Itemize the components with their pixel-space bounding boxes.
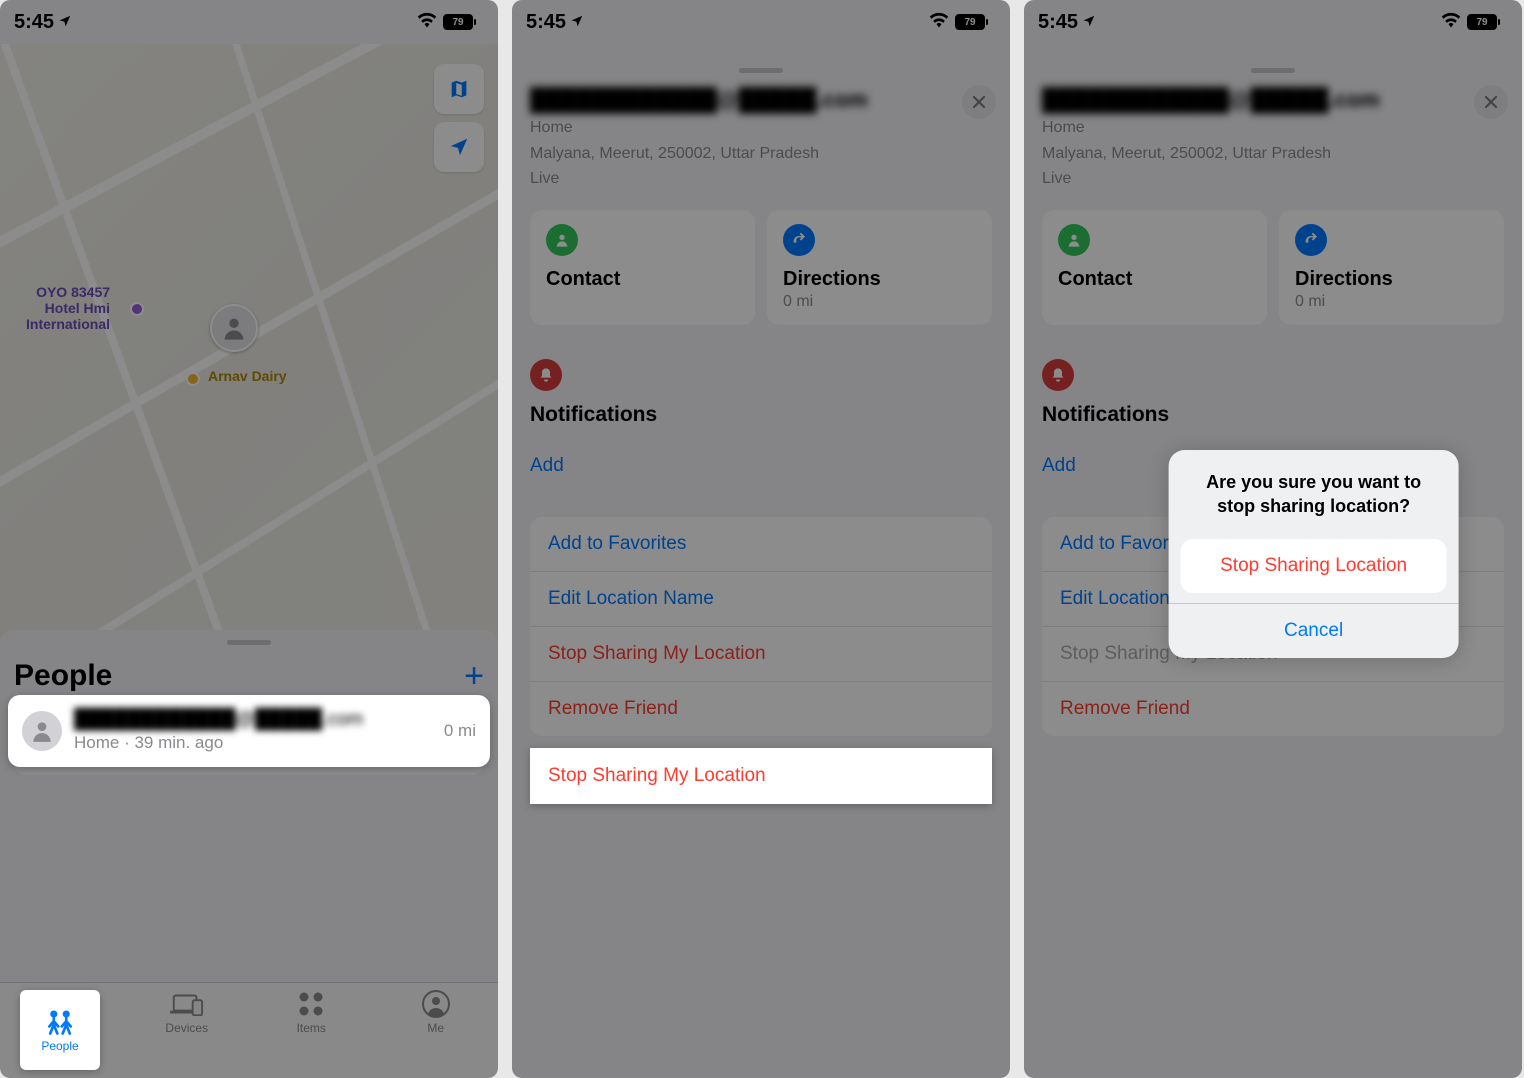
- notifications-section: Notifications: [512, 333, 1010, 439]
- items-icon: [298, 989, 324, 1019]
- add-person-button[interactable]: +: [464, 659, 484, 693]
- map-poi-dot-hotel: [130, 302, 144, 316]
- tab-items[interactable]: Items: [249, 989, 374, 1078]
- contact-tile[interactable]: Contact: [530, 210, 755, 325]
- location-services-icon: [1082, 11, 1096, 34]
- alert-message: Are you sure you want to stop sharing lo…: [1169, 450, 1459, 539]
- directions-tile: Directions 0 mi: [1279, 210, 1504, 325]
- contact-icon: [546, 224, 578, 256]
- battery-icon: 79: [443, 14, 476, 30]
- people-drawer[interactable]: People + ████████████@█████.com Home · 3…: [0, 630, 498, 910]
- status-time: 5:45: [1038, 11, 1078, 34]
- sheet-grabber[interactable]: [739, 68, 783, 73]
- add-notification-button[interactable]: Add: [512, 439, 1010, 493]
- location-services-icon: [58, 11, 72, 34]
- person-detail-sheet[interactable]: ████████████@█████.com Home Malyana, Mee…: [512, 58, 1010, 1078]
- tab-label: Devices: [165, 1021, 208, 1035]
- add-favorites-button[interactable]: Add to Favorites: [530, 517, 992, 571]
- directions-distance: 0 mi: [783, 293, 976, 311]
- map-poi-dot-dairy: [186, 372, 200, 386]
- tab-me[interactable]: Me: [374, 989, 499, 1078]
- battery-icon: 79: [1467, 14, 1500, 30]
- contact-tile: Contact: [1042, 210, 1267, 325]
- person-address: Malyana, Meerut, 250002, Uttar Pradesh: [1042, 143, 1504, 165]
- highlight-stop-sharing: Stop Sharing My Location: [530, 748, 992, 804]
- map-poi-hotel: OYO 83457 Hotel Hmi International: [26, 284, 110, 332]
- person-location-label: Home: [1042, 117, 1504, 139]
- tab-label: Me: [427, 1021, 444, 1035]
- screenshot-1-people-list: 5:45 79 OYO 83457 Hotel Hmi: [0, 0, 498, 1078]
- locate-me-button[interactable]: [434, 122, 484, 172]
- contact-icon: [1058, 224, 1090, 256]
- directions-tile[interactable]: Directions 0 mi: [767, 210, 992, 325]
- sheet-grabber: [1251, 68, 1295, 73]
- map[interactable]: OYO 83457 Hotel Hmi International Arnav …: [0, 44, 498, 646]
- notifications-section: Notifications: [1024, 333, 1522, 439]
- contact-label: Contact: [546, 268, 739, 291]
- highlight-person-row: ████████████@█████.com Home · 39 min. ag…: [8, 695, 490, 767]
- alert-cancel-button[interactable]: Cancel: [1169, 603, 1459, 658]
- directions-label: Directions: [783, 268, 976, 291]
- tab-devices[interactable]: Devices: [125, 989, 250, 1078]
- me-icon: [422, 989, 450, 1019]
- directions-icon: [783, 224, 815, 256]
- status-time: 5:45: [14, 11, 54, 34]
- drawer-grabber[interactable]: [227, 640, 271, 645]
- notifications-label: Notifications: [530, 403, 992, 427]
- stop-sharing-button[interactable]: Stop Sharing My Location: [530, 626, 992, 681]
- location-services-icon: [570, 11, 584, 34]
- person-address: Malyana, Meerut, 250002, Uttar Pradesh: [530, 143, 992, 165]
- confirm-alert: Are you sure you want to stop sharing lo…: [1169, 450, 1459, 658]
- edit-location-name-button[interactable]: Edit Location Name: [530, 571, 992, 626]
- wifi-icon: [929, 11, 949, 34]
- status-bar: 5:45 79: [0, 0, 498, 44]
- person-name: ████████████@█████.com: [1042, 87, 1504, 113]
- person-live-status: Live: [1042, 168, 1504, 190]
- drawer-title: People: [14, 659, 112, 693]
- status-bar: 5:45 79: [512, 0, 1010, 44]
- status-time: 5:45: [526, 11, 566, 34]
- bell-icon: [530, 359, 562, 391]
- person-live-status: Live: [530, 168, 992, 190]
- battery-icon: 79: [955, 14, 988, 30]
- map-poi-dairy: Arnav Dairy: [208, 368, 287, 384]
- screenshot-3-confirm-alert: 5:45 79 ████████████@█████.com Home Maly…: [1024, 0, 1522, 1078]
- status-bar: 5:45 79: [1024, 0, 1522, 44]
- map-mode-button[interactable]: [434, 64, 484, 114]
- devices-icon: [170, 989, 204, 1019]
- wifi-icon: [417, 11, 437, 34]
- wifi-icon: [1441, 11, 1461, 34]
- bell-icon: [1042, 359, 1074, 391]
- person-name: ████████████@█████.com: [530, 87, 992, 113]
- highlight-people-tab: People: [20, 990, 100, 1070]
- directions-icon: [1295, 224, 1327, 256]
- map-person-pin[interactable]: [210, 304, 258, 352]
- screenshot-2-person-detail: 5:45 79 ████████████@█████.com Home Maly…: [512, 0, 1010, 1078]
- person-location-label: Home: [530, 117, 992, 139]
- remove-friend-button[interactable]: Remove Friend: [530, 681, 992, 736]
- tab-label: Items: [297, 1021, 326, 1035]
- alert-stop-sharing-button[interactable]: Stop Sharing Location: [1181, 539, 1447, 593]
